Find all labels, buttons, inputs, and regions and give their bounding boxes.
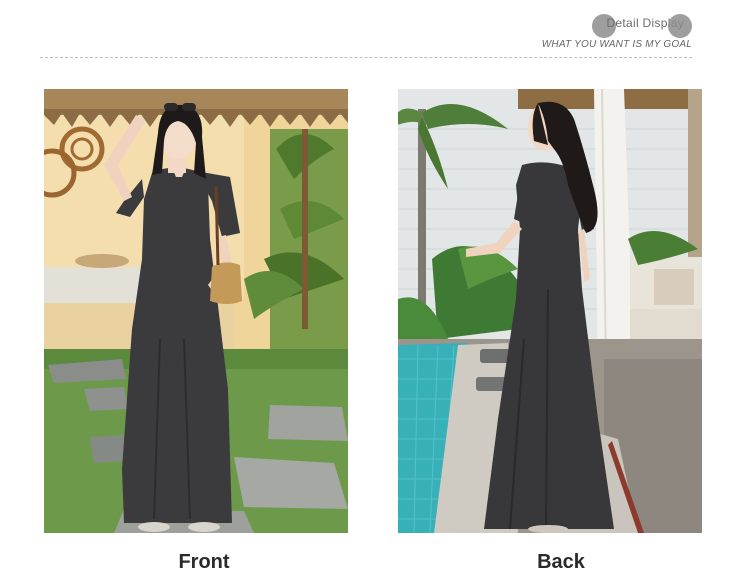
front-model-photo-icon [44, 89, 348, 533]
header-circle-icon [668, 14, 692, 38]
front-caption: Front [178, 551, 230, 573]
back-caption: Back [537, 551, 585, 573]
back-photo [398, 89, 702, 533]
header-divider [40, 57, 692, 58]
back-model-photo-icon [398, 89, 702, 533]
front-photo [44, 89, 348, 533]
header-slogan: WHAT YOU WANT IS MY GOAL [541, 39, 692, 50]
page-header: Detail Display WHAT YOU WANT IS MY GOAL [0, 0, 750, 80]
